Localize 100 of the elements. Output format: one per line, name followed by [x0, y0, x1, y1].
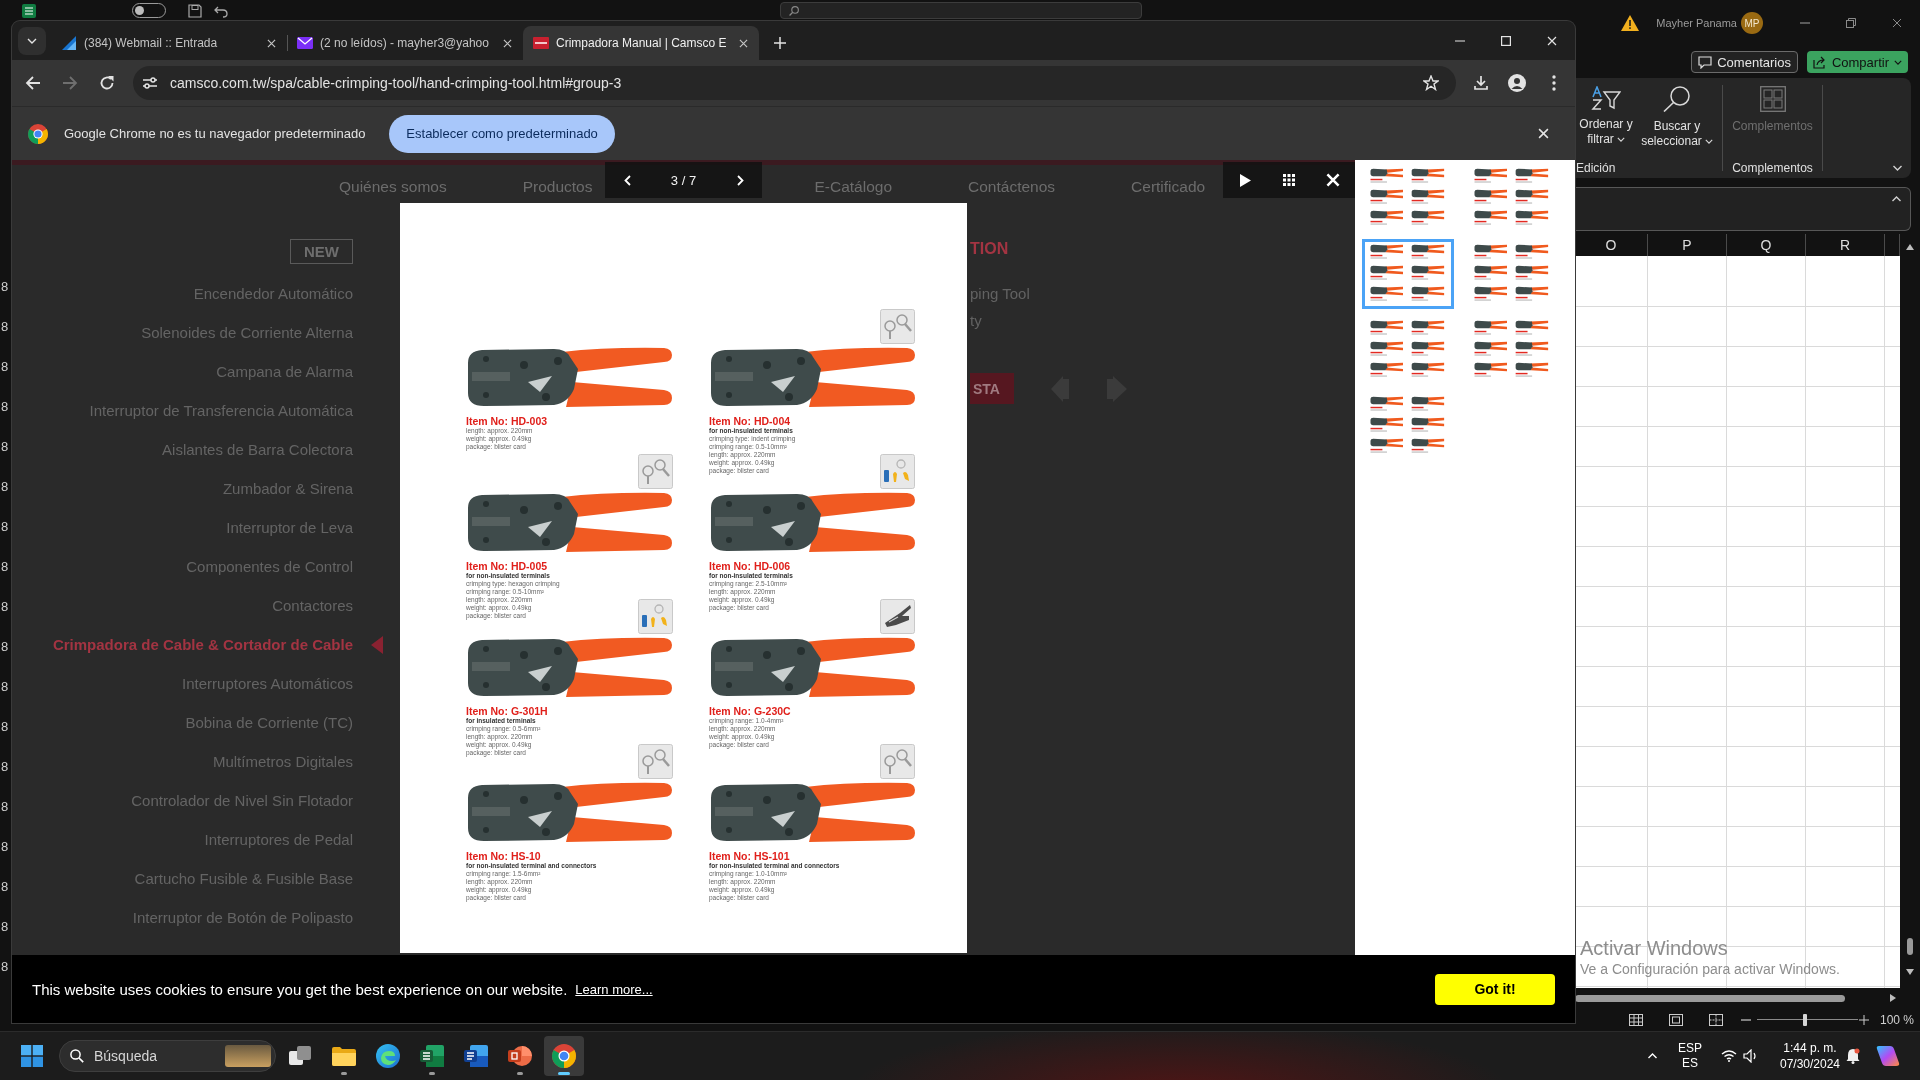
row-number: 8 — [0, 798, 10, 816]
collapse-ribbon-button[interactable] — [1892, 165, 1903, 171]
page-layout-button[interactable] — [1669, 1013, 1683, 1026]
minus-icon — [1741, 1018, 1751, 1021]
category-link[interactable]: Crimpadora de Cable & Cortador de Cable — [52, 636, 353, 653]
chevron-down-icon — [1616, 137, 1625, 143]
slide-counter: 3 / 7 — [669, 172, 698, 188]
zoom-in-button[interactable] — [1859, 1014, 1869, 1025]
document-app-icon — [464, 1045, 488, 1067]
arrow-right-icon — [62, 75, 78, 91]
nav-link[interactable]: Certificado — [1131, 178, 1206, 196]
set-default-button[interactable]: Establecer como predeterminado — [389, 114, 615, 153]
clock-button[interactable]: 1:44 p. m. 07/30/2024 — [1777, 1036, 1843, 1076]
down-arrow-icon — [1906, 969, 1914, 975]
row-number: 8 — [0, 878, 10, 896]
category-link[interactable]: Interruptores de Pedal — [204, 831, 353, 848]
category-link[interactable]: Interruptores Automáticos — [182, 675, 353, 692]
normal-view-button[interactable] — [1629, 1013, 1643, 1026]
close-icon — [738, 38, 748, 48]
content-line: ping Tool — [970, 284, 1030, 304]
category-link[interactable]: Interruptor de Leva — [226, 519, 353, 536]
page-break-button[interactable] — [1709, 1013, 1723, 1026]
category-link[interactable]: Contactores — [272, 597, 353, 614]
language-button[interactable]: ESP ES — [1670, 1036, 1710, 1076]
category-link[interactable]: Campana de Alarma — [216, 363, 353, 380]
browser-logo-icon — [552, 1044, 576, 1068]
search-field[interactable] — [780, 2, 1142, 19]
category-link[interactable]: Cartucho Fusible & Fusible Base — [134, 870, 353, 887]
category-link[interactable]: Bobina de Corriente (TC) — [185, 714, 353, 731]
new-badge[interactable]: NEW — [290, 239, 353, 264]
minimize-icon — [1455, 39, 1465, 42]
browser-tab[interactable]: (2 no leídos) - mayher3@yahoo — [287, 26, 523, 60]
learn-more-link[interactable]: Learn more... — [575, 981, 653, 997]
nav-link[interactable]: Quiénes somos — [339, 178, 447, 196]
category-link[interactable]: Zumbador & Sirena — [222, 480, 353, 497]
group-label: Complementos — [1732, 161, 1813, 175]
address-bar[interactable]: camsco.com.tw/spa/cable-crimping-tool/hand-crimping-tool.html#group-3 — [133, 66, 1456, 100]
share-icon — [1812, 55, 1827, 69]
right-arrow-icon — [1890, 994, 1896, 1002]
section-heading: TION — [970, 239, 1010, 259]
find-select-button[interactable]: Buscar y seleccionar — [1637, 83, 1717, 159]
row-number: 8 — [0, 438, 10, 456]
action-button[interactable]: STA — [970, 373, 1014, 404]
grid-icon — [1283, 174, 1295, 186]
warning-icon — [1621, 15, 1640, 31]
nav-link[interactable]: E-Catálogo — [814, 178, 893, 196]
chrome-browser-button[interactable] — [544, 1036, 584, 1076]
row-number: 8 — [0, 758, 10, 776]
menu-icon — [1552, 75, 1556, 91]
category-link[interactable]: Componentes de Control — [186, 558, 353, 575]
category-link[interactable]: Aislantes de Barra Colectora — [162, 441, 353, 458]
envelope-icon — [297, 37, 313, 49]
ring-terminals-icon — [638, 744, 673, 779]
nav-link[interactable]: Contáctenos — [968, 178, 1056, 196]
chevron-up-icon — [1646, 1053, 1658, 1059]
sort-filter-button[interactable]: Ordenar y filtrar — [1575, 83, 1637, 159]
search-icon — [1663, 86, 1691, 112]
spreadsheet-app-icon — [420, 1045, 444, 1067]
browser-tab[interactable]: (384) Webmail :: Entrada — [51, 26, 287, 60]
search-bar[interactable]: Búsqueda — [59, 1040, 276, 1072]
category-link[interactable]: Encendedor Automático — [193, 285, 353, 302]
close-icon — [1547, 35, 1557, 46]
zoom-out-button[interactable] — [1741, 1018, 1751, 1021]
task-view-icon — [289, 1046, 311, 1066]
category-link[interactable]: Interruptor de Botón de Polipasto — [132, 909, 353, 926]
zoom-reading: 100 % — [1880, 1012, 1915, 1027]
row-number: 8 — [0, 278, 10, 296]
circular-arrow-icon — [99, 75, 115, 91]
browser-tab[interactable]: Crimpadora Manual | Camsco E — [523, 26, 759, 60]
four-squares-icon — [1759, 86, 1786, 112]
start-logo-icon — [21, 1045, 43, 1067]
blade-terminal-icon — [880, 599, 915, 634]
folder-icon — [332, 1046, 356, 1066]
sort-filter-icon — [1591, 86, 1621, 110]
got-it-button[interactable]: Got it! — [1435, 973, 1555, 1005]
scroll-thumb[interactable] — [1575, 994, 1845, 1002]
slider-thumb[interactable] — [1803, 1013, 1808, 1026]
speaker-icon — [1742, 1049, 1758, 1063]
grid-view-icon — [1629, 1013, 1643, 1026]
row-number: 8 — [0, 838, 10, 856]
chevron-right-icon — [736, 174, 744, 186]
search-input[interactable]: Búsqueda — [94, 1047, 206, 1065]
insulated-terminals-icon — [880, 454, 915, 489]
user-avatar[interactable]: MP — [1741, 12, 1763, 34]
category-link[interactable]: Solenoides de Corriente Alterna — [141, 324, 353, 341]
category-link[interactable]: Controlador de Nivel Sin Flotador — [131, 792, 353, 809]
category-link[interactable]: Interruptor de Transferencia Automática — [89, 402, 353, 419]
pointer-triangle-icon — [371, 635, 383, 654]
category-link[interactable]: Multímetros Digitales — [212, 753, 353, 770]
share-button[interactable]: Compartir — [1806, 51, 1908, 73]
nav-link[interactable]: Productos — [522, 178, 593, 196]
row-number: 8 — [0, 958, 10, 976]
item-title: Item No: HD-006 — [709, 560, 791, 572]
scroll-thumb[interactable] — [1907, 938, 1913, 955]
comments-button[interactable]: Comentarios — [1691, 51, 1798, 73]
chevron-down-icon — [1704, 139, 1713, 145]
speech-bubble-icon — [1698, 55, 1713, 69]
row-number: 8 — [0, 358, 10, 376]
insulated-terminals-icon — [638, 599, 673, 634]
tab-search-button[interactable] — [18, 27, 46, 55]
